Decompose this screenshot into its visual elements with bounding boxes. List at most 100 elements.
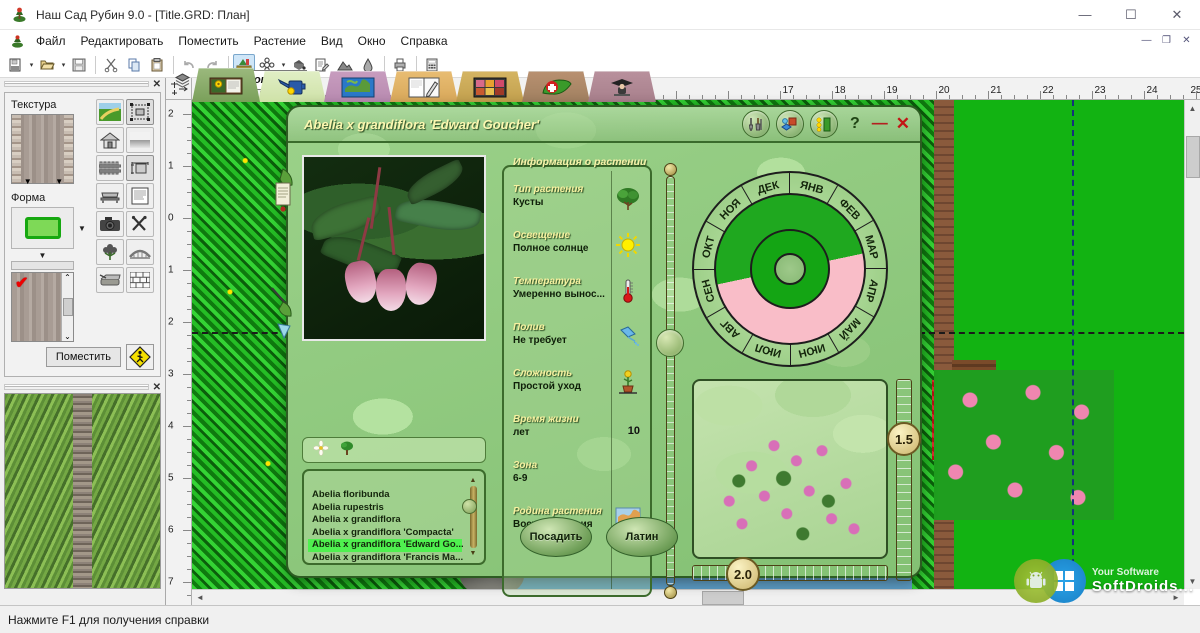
flower-icon[interactable] <box>96 239 124 265</box>
flower-dropdown-arrow[interactable]: ▾ <box>279 61 288 69</box>
menu-plant[interactable]: Растение <box>247 32 313 50</box>
tab-map[interactable] <box>324 71 392 102</box>
tab-academy[interactable] <box>588 71 656 102</box>
palette-button[interactable] <box>775 110 804 138</box>
preview-panel-grip[interactable]: ✕ <box>0 381 165 393</box>
menu-place[interactable]: Поместить <box>171 32 245 50</box>
slider-knob[interactable] <box>656 328 684 357</box>
vertical-ruler[interactable]: 2 1 0 1 2 3 4 5 6 7 <box>166 100 192 605</box>
plant-species-list[interactable]: Abelia floribunda Abelia rupestris Abelia … <box>302 469 486 565</box>
tab-watering[interactable] <box>258 71 326 102</box>
window-close-button[interactable]: ✕ <box>1154 0 1200 30</box>
plant-list-scrollbar[interactable]: ▲ ▼ <box>462 477 480 557</box>
menu-file[interactable]: Файл <box>29 32 73 50</box>
brick-icon[interactable] <box>126 267 154 293</box>
menu-window[interactable]: Окно <box>351 32 393 50</box>
scroll-down-icon[interactable]: ▼ <box>1185 573 1200 589</box>
plant-button[interactable]: Посадить <box>520 517 592 557</box>
width-value-badge[interactable]: 2.0 <box>726 557 760 591</box>
texture-list-scrollbar[interactable] <box>11 261 74 270</box>
road-work-icon[interactable] <box>126 344 154 370</box>
mdi-close-button[interactable]: ✕ <box>1177 32 1196 49</box>
window-minimize-button[interactable]: — <box>1062 0 1108 30</box>
preview-panel-close-icon[interactable]: ✕ <box>153 382 161 393</box>
scroll-up-icon[interactable]: ⌃ <box>64 273 71 282</box>
plant-list-item[interactable]: Abelia rupestris <box>308 502 462 515</box>
tools-icon[interactable] <box>126 211 154 237</box>
canvas-horizontal-scrollbar[interactable]: ◄ ► <box>192 589 1184 605</box>
dialog-help-button[interactable]: ? <box>850 115 860 133</box>
list-icon[interactable] <box>126 183 154 209</box>
copy-button[interactable] <box>123 54 145 76</box>
camera-icon[interactable] <box>96 211 124 237</box>
vscroll-thumb[interactable] <box>1186 136 1200 178</box>
panel-drag-grip[interactable]: ✕ <box>0 78 165 90</box>
plant-list-item-selected[interactable]: Abelia x grandiflora 'Edward Go... <box>308 539 464 552</box>
log-icon[interactable] <box>96 267 124 293</box>
texture-list-item[interactable]: ✔ <box>12 273 61 341</box>
new-dropdown-arrow[interactable]: ▾ <box>27 61 36 69</box>
latin-button[interactable]: Латин <box>606 517 678 557</box>
grass-path-preview[interactable] <box>4 393 161 589</box>
gradient-icon[interactable] <box>126 127 154 153</box>
menu-help[interactable]: Справка <box>394 32 455 50</box>
bridge-icon[interactable] <box>126 239 154 265</box>
paste-button[interactable] <box>146 54 168 76</box>
tab-notes[interactable] <box>390 71 458 102</box>
window-maximize-button[interactable]: ☐ <box>1108 0 1154 30</box>
bench-icon[interactable] <box>96 183 124 209</box>
scroll-up-icon[interactable]: ▲ <box>1185 100 1200 116</box>
menu-view[interactable]: Вид <box>314 32 350 50</box>
panel-close-icon[interactable]: ✕ <box>153 79 161 90</box>
garden-tools-button[interactable] <box>741 110 770 138</box>
plant-list-item[interactable]: Abelia x grandiflora 'Francis Ma... <box>308 552 463 563</box>
scroll-left-icon[interactable]: ◄ <box>192 590 208 606</box>
plant-3d-preview[interactable] <box>692 379 888 559</box>
plant-list-item[interactable]: Abelia x grandiflora <box>308 514 462 527</box>
mdi-minimize-button[interactable]: — <box>1137 32 1156 49</box>
open-dropdown-arrow[interactable]: ▾ <box>59 61 68 69</box>
bloom-season-wheel[interactable]: ЯНВ ФЕВ МАР АПР МАЙ ИЮН ИЮЛ АВГ СЕН ОКТ НОЯ ДЕК <box>692 171 888 367</box>
width-scale-bar[interactable] <box>692 565 888 581</box>
save-button[interactable] <box>68 54 90 76</box>
plant-catalog-button[interactable] <box>809 110 838 138</box>
form-preview[interactable] <box>11 207 74 249</box>
scroll-down-icon[interactable]: ▼ <box>470 550 477 557</box>
form-expand-arrow[interactable]: ▼ <box>11 251 74 260</box>
abelia-flower-photo[interactable] <box>302 155 486 341</box>
scroll-up-icon[interactable]: ▲ <box>470 477 477 484</box>
open-button[interactable] <box>36 54 58 76</box>
texture-list-vscroll[interactable]: ⌃ ⌄ <box>61 273 73 341</box>
plant-list-item[interactable]: Abelia floribunda <box>308 489 462 502</box>
tab-health[interactable] <box>522 71 590 102</box>
scroll-track[interactable] <box>469 486 477 548</box>
height-scale-bar[interactable] <box>896 379 912 581</box>
tab-gallery[interactable] <box>456 71 524 102</box>
menu-edit[interactable]: Редактировать <box>74 32 171 50</box>
scroll-right-icon[interactable]: ► <box>1168 590 1184 606</box>
terrain-icon[interactable] <box>96 99 124 125</box>
form-dropdown-arrow[interactable]: ▼ <box>78 224 86 233</box>
mdi-restore-button[interactable]: ❐ <box>1157 32 1176 49</box>
tab-encyclopedia[interactable] <box>192 68 260 102</box>
plant-encyclopedia-dialog[interactable]: Abelia x grandiflora 'Edward Goucher' ? … <box>271 105 922 599</box>
new-button[interactable] <box>4 54 26 76</box>
fence-icon[interactable] <box>96 155 124 181</box>
tree-filter-icon[interactable] <box>339 440 355 461</box>
dimension-icon[interactable] <box>126 155 154 181</box>
plant-list-item[interactable]: Abelia x grandiflora 'Compacta' <box>308 527 462 540</box>
hscroll-thumb[interactable] <box>702 591 744 605</box>
dialog-minimize-button[interactable]: — <box>872 115 888 133</box>
scroll-thumb[interactable] <box>62 298 73 316</box>
scroll-down-icon[interactable]: ⌄ <box>64 332 71 341</box>
cut-button[interactable] <box>100 54 122 76</box>
texture-list[interactable]: ✔ ⌃ ⌄ <box>11 272 74 342</box>
grid-object-icon[interactable] <box>126 99 154 125</box>
place-button[interactable]: Поместить <box>45 347 121 367</box>
height-value-badge[interactable]: 1.5 <box>887 422 921 456</box>
flower-filter-icon[interactable] <box>313 439 329 461</box>
dialog-close-button[interactable]: ✕ <box>896 114 910 134</box>
canvas-vertical-scrollbar[interactable]: ▲ ▼ <box>1184 100 1200 589</box>
texture-swatch[interactable]: ▼ ▼ <box>11 114 74 186</box>
house-icon[interactable] <box>96 127 124 153</box>
